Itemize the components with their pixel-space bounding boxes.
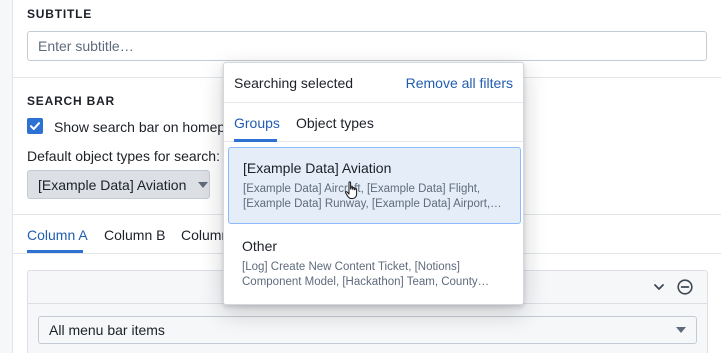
- menu-bar-items-value: All menu bar items: [49, 322, 165, 338]
- tab-column-a[interactable]: Column A: [27, 227, 88, 243]
- group-item-other[interactable]: Other [Log] Create New Content Ticket, […: [228, 226, 521, 303]
- caret-down-icon: [198, 181, 209, 188]
- group-description: [Example Data] Aircraft, [Example Data] …: [243, 183, 491, 210]
- default-object-types-value: [Example Data] Aviation: [38, 176, 187, 193]
- chevron-down-icon[interactable]: [651, 279, 667, 295]
- subtitle-input[interactable]: [27, 31, 707, 61]
- group-item-example-data-aviation[interactable]: [Example Data] Aviation [Example Data] A…: [228, 147, 521, 224]
- active-tab-indicator: [234, 139, 277, 142]
- tab-object-types[interactable]: Object types: [296, 115, 374, 131]
- subtitle-section-label: SUBTITLE: [27, 7, 93, 21]
- remove-circle-icon[interactable]: [676, 278, 694, 296]
- popover-title: Searching selected: [234, 74, 354, 91]
- group-title: [Example Data] Aviation: [243, 160, 392, 176]
- search-bar-section-label: SEARCH BAR: [27, 94, 116, 108]
- show-search-bar-label: Show search bar on homepage: [54, 119, 249, 135]
- tab-groups[interactable]: Groups: [234, 115, 280, 131]
- caret-down-icon: [676, 327, 686, 333]
- default-object-types-select[interactable]: [Example Data] Aviation: [27, 170, 210, 199]
- hand-pointer-cursor-icon: [344, 181, 360, 204]
- group-title: Other: [242, 238, 278, 254]
- menu-bar-items-select[interactable]: All menu bar items: [38, 316, 697, 344]
- group-description: [Log] Create New Content Ticket, [Notion…: [242, 261, 478, 288]
- show-search-bar-checkbox[interactable]: [27, 118, 43, 134]
- default-object-types-label: Default object types for search:: [27, 148, 220, 164]
- remove-all-filters-link[interactable]: Remove all filters: [406, 75, 513, 91]
- popover-header: Searching selected Remove all filters: [224, 63, 523, 103]
- popover-tabs: Groups Object types: [224, 103, 523, 142]
- search-filter-popover: Searching selected Remove all filters Gr…: [223, 62, 524, 305]
- tab-column-b[interactable]: Column B: [104, 227, 165, 243]
- checkmark-icon: [30, 122, 40, 130]
